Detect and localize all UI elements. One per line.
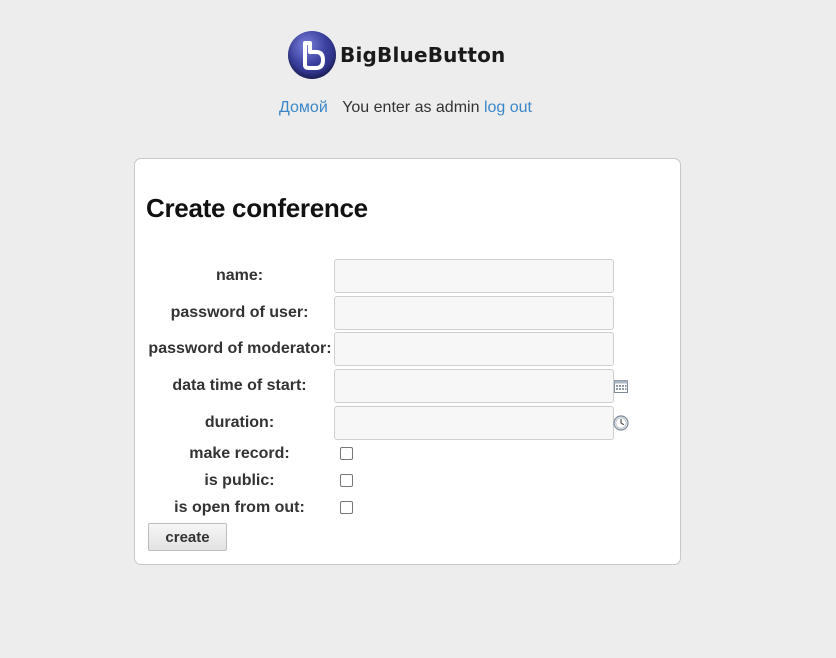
brand-logo: BigBlueButton	[288, 31, 506, 79]
user-password-input[interactable]	[334, 296, 614, 330]
duration-label: duration:	[204, 414, 275, 431]
login-status: You enter as admin	[342, 99, 480, 116]
duration-row: duration:	[135, 406, 682, 440]
name-label: name:	[215, 267, 264, 284]
bigbluebutton-logo-icon	[288, 31, 336, 79]
start-datetime-label: data time of start:	[172, 377, 307, 394]
moderator-password-row: password of moderator:	[135, 332, 682, 366]
moderator-password-label: password of moderator:	[148, 340, 332, 357]
create-conference-panel: Create conference name: password of user…	[134, 158, 681, 565]
open-from-out-row: is open from out:	[135, 491, 682, 525]
is-public-checkbox[interactable]	[340, 474, 353, 487]
user-bar: Домой You enter as admin log out	[279, 99, 532, 117]
logout-link[interactable]: log out	[484, 99, 532, 116]
page-title: Create conference	[146, 193, 368, 223]
brand-name: BigBlueButton	[340, 43, 506, 67]
user-password-label: password of user:	[170, 304, 309, 321]
create-button[interactable]: create	[148, 523, 227, 551]
clock-icon[interactable]	[613, 415, 629, 431]
moderator-password-input[interactable]	[334, 332, 614, 366]
start-datetime-input[interactable]	[334, 369, 614, 403]
name-row: name:	[135, 259, 682, 293]
home-link[interactable]: Домой	[279, 99, 328, 116]
duration-input[interactable]	[334, 406, 614, 440]
make-record-checkbox[interactable]	[340, 447, 353, 460]
start-datetime-row: data time of start:	[135, 369, 682, 403]
user-password-row: password of user:	[135, 296, 682, 330]
open-from-out-label: is open from out:	[174, 499, 305, 516]
open-from-out-checkbox[interactable]	[340, 501, 353, 514]
name-input[interactable]	[334, 259, 614, 293]
calendar-icon[interactable]	[613, 378, 629, 394]
